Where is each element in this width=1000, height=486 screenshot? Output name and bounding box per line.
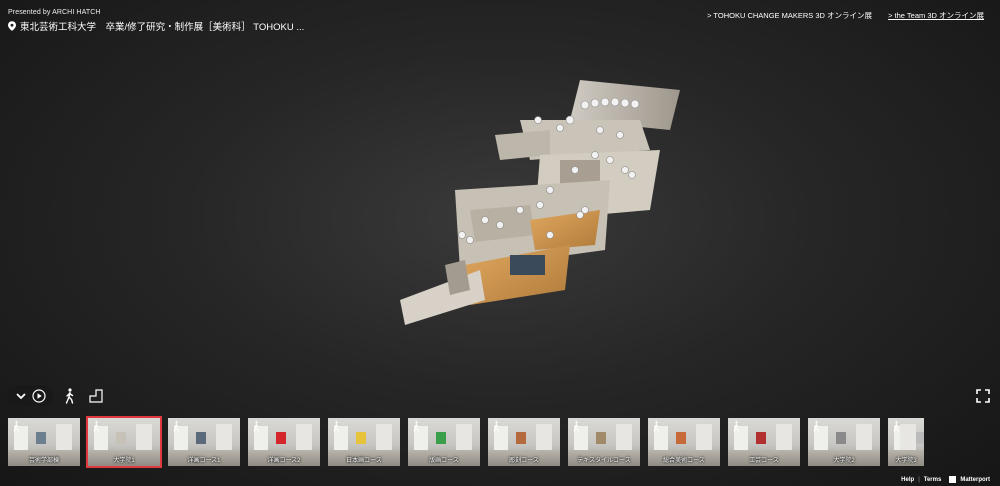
- help-link[interactable]: Help: [901, 477, 914, 483]
- thumbnail-label: 彫刻コース: [509, 458, 539, 464]
- highlight-thumbnail[interactable]: 日本画コース: [328, 418, 400, 466]
- playback-controls: [7, 385, 53, 406]
- highlight-thumbnail[interactable]: 芸術学部棟: [8, 418, 80, 466]
- fullscreen-icon[interactable]: [976, 389, 990, 403]
- thumbnail-label: テキスタイルコース: [577, 458, 631, 464]
- thumbnail-label: 大学院3: [895, 458, 917, 464]
- location-pin-icon: [8, 21, 16, 31]
- highlight-reel: 芸術学部棟 大学院1 洋画コース1 洋画コース2 日本画コース 版画コース 彫刻…: [8, 416, 924, 468]
- terms-link[interactable]: Terms: [924, 477, 942, 483]
- walk-icon: [573, 421, 579, 432]
- header: Presented by ARCHI HATCH 東北芸術工科大学 卒業/修了研…: [8, 9, 304, 33]
- highlight-thumbnail[interactable]: 工芸コース: [728, 418, 800, 466]
- top-links: > TOHOKU CHANGE MAKERS 3D オンライン展 > the T…: [707, 10, 984, 21]
- thumbnail-label: 芸術学部棟: [28, 458, 59, 464]
- thumbnail-label: 版画コース: [429, 458, 459, 464]
- entrance-area: [400, 270, 485, 325]
- play-icon: [32, 388, 46, 403]
- walk-icon: [13, 421, 19, 432]
- thumbnail-label: 洋画コース2: [267, 458, 301, 464]
- walk-icon: [253, 421, 259, 432]
- collapse-button[interactable]: [13, 388, 29, 404]
- thumbnail-label: 総合美術コース: [663, 458, 705, 464]
- title-row: 東北芸術工科大学 卒業/修了研究・制作展［美術科］ TOHOKU ...: [8, 19, 304, 33]
- footer: Help | Terms Matterport: [901, 476, 990, 483]
- highlight-thumbnail[interactable]: 版画コース: [408, 418, 480, 466]
- presented-by: Presented by ARCHI HATCH: [8, 9, 101, 16]
- thumb-artwork: [676, 432, 686, 444]
- walk-icon: [493, 421, 499, 432]
- highlight-thumbnail[interactable]: 洋画コース1: [168, 418, 240, 466]
- link-tohoku-change-makers[interactable]: > TOHOKU CHANGE MAKERS 3D オンライン展: [707, 10, 872, 21]
- thumb-artwork: [116, 432, 126, 444]
- thumb-artwork: [196, 432, 206, 444]
- walk-icon: [333, 421, 339, 432]
- thumb-artwork: [436, 432, 446, 444]
- thumbnail-label: 工芸コース: [749, 458, 779, 464]
- walk-icon: [733, 421, 739, 432]
- space-title: 東北芸術工科大学 卒業/修了研究・制作展［美術科］ TOHOKU ...: [20, 22, 305, 33]
- thumb-artwork: [916, 432, 924, 444]
- link-the-team[interactable]: > the Team 3D オンライン展: [888, 10, 984, 21]
- thumbnail-label: 大学院2: [833, 458, 855, 464]
- walk-icon: [65, 387, 74, 404]
- thumb-artwork: [836, 432, 846, 444]
- view-controls: [7, 385, 105, 406]
- highlight-thumbnail[interactable]: 大学院3: [888, 418, 924, 466]
- matterport-link[interactable]: Matterport: [960, 477, 990, 483]
- highlight-thumbnail[interactable]: 大学院2: [808, 418, 880, 466]
- thumb-artwork: [36, 432, 46, 444]
- highlight-thumbnail[interactable]: 彫刻コース: [488, 418, 560, 466]
- thumbnail-label: 大学院1: [113, 458, 135, 464]
- thumb-artwork: [756, 432, 766, 444]
- walk-icon: [893, 421, 899, 432]
- dollhouse-model-view[interactable]: [370, 60, 700, 340]
- highlight-thumbnail[interactable]: 総合美術コース: [648, 418, 720, 466]
- walk-icon: [653, 421, 659, 432]
- play-tour-button[interactable]: [31, 388, 47, 404]
- footer-separator: |: [918, 476, 920, 483]
- thumb-artwork: [516, 432, 526, 444]
- walkthrough-mode-button[interactable]: [61, 387, 79, 405]
- chevron-down-icon: [16, 392, 26, 399]
- highlight-thumbnail[interactable]: 大学院1: [86, 416, 162, 468]
- walk-icon: [93, 421, 99, 432]
- walk-icon: [413, 421, 419, 432]
- thumb-artwork: [596, 432, 606, 444]
- floorplan-mode-button[interactable]: [87, 387, 105, 405]
- highlight-thumbnail[interactable]: 洋画コース2: [248, 418, 320, 466]
- thumb-artwork: [356, 432, 366, 444]
- thumbnail-label: 洋画コース1: [187, 458, 221, 464]
- walk-icon: [813, 421, 819, 432]
- walk-icon: [173, 421, 179, 432]
- highlight-thumbnail[interactable]: テキスタイルコース: [568, 418, 640, 466]
- floorplan-icon: [89, 388, 103, 403]
- thumbnail-label: 日本画コース: [346, 458, 382, 464]
- matterport-logo-icon: [949, 476, 957, 483]
- dark-room: [510, 255, 545, 275]
- thumb-artwork: [276, 432, 286, 444]
